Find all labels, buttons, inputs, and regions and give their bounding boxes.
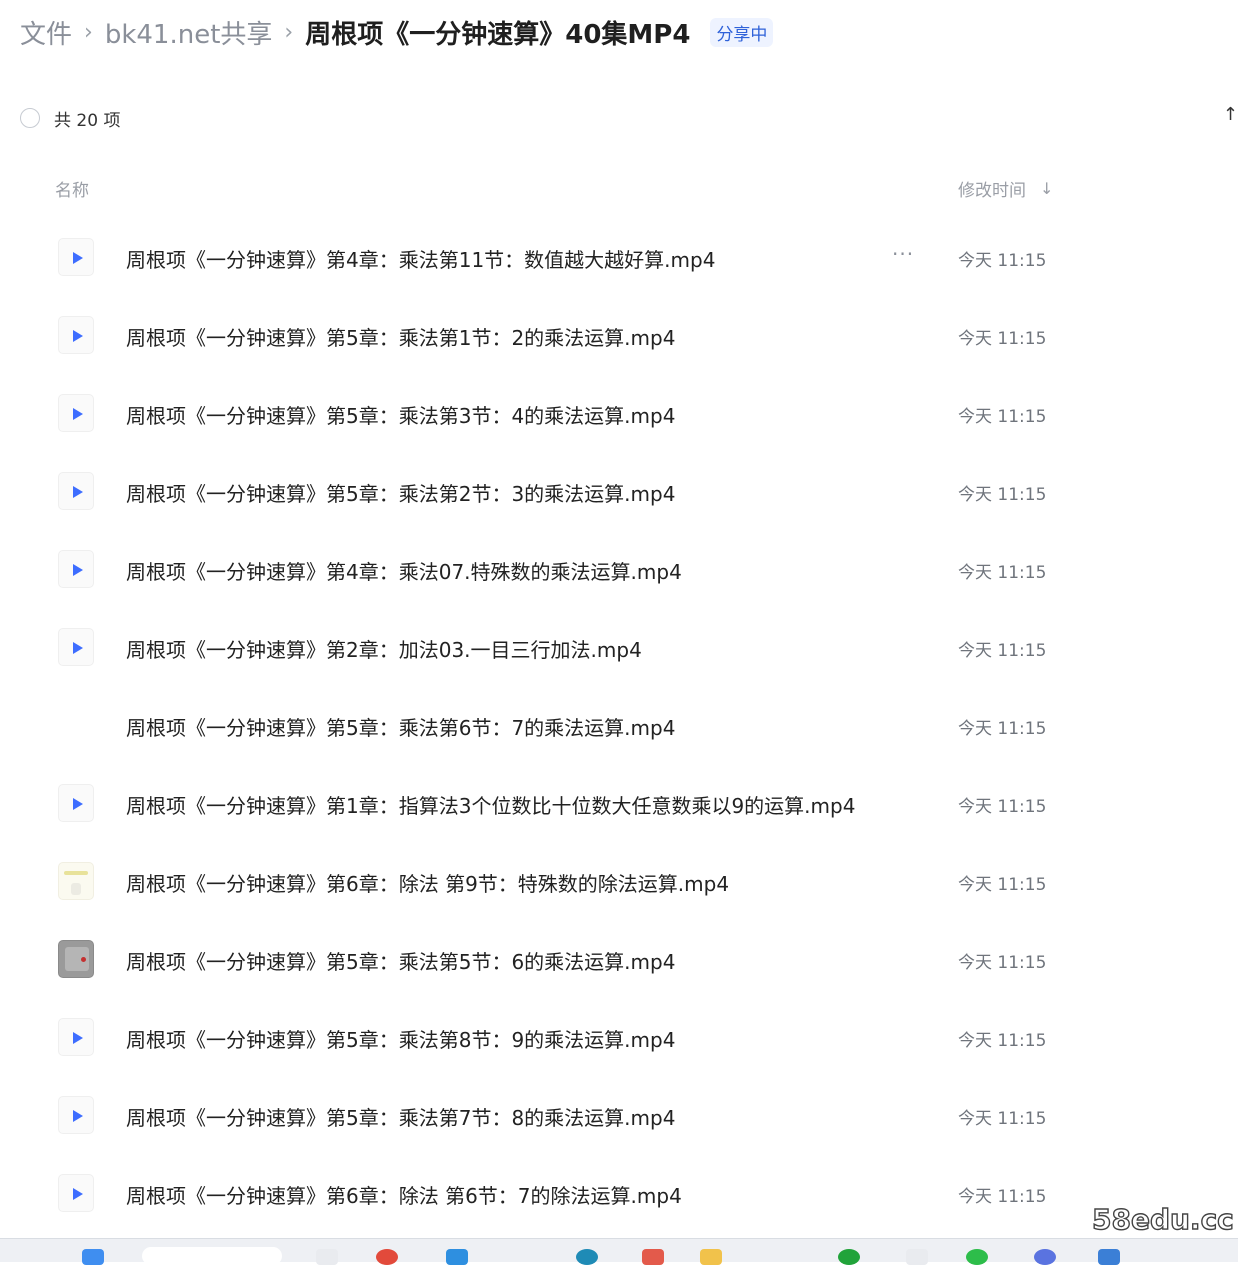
file-modified-time: 今天 11:15 [958, 953, 1047, 973]
file-name[interactable]: 周根项《一分钟速算》第5章：乘法第8节：9的乘法运算.mp4 [126, 1024, 675, 1053]
file-name[interactable]: 周根项《一分钟速算》第5章：乘法第2节：3的乘法运算.mp4 [126, 478, 675, 507]
file-row[interactable]: 周根项《一分钟速算》第5章：乘法第2节：3的乘法运算.mp4 今天 11:15 [0, 452, 1238, 530]
app-icon[interactable] [446, 1249, 468, 1265]
file-modified-time: 今天 11:15 [958, 641, 1047, 661]
page-title: 周根项《一分钟速算》40集MP4 [305, 19, 691, 50]
video-file-icon [58, 550, 94, 588]
file-row[interactable]: 周根项《一分钟速算》第4章：乘法07.特殊数的乘法运算.mp4 今天 11:15 [0, 530, 1238, 608]
file-modified-time: 今天 11:15 [958, 407, 1047, 427]
file-row[interactable]: 周根项《一分钟速算》第5章：乘法第1节：2的乘法运算.mp4 今天 11:15 [0, 296, 1238, 374]
sort-arrow-down-icon: ↓ [1040, 179, 1054, 198]
file-row[interactable]: 周根项《一分钟速算》第5章：乘法第8节：9的乘法运算.mp4 今天 11:15 [0, 998, 1238, 1076]
sort-arrow-up-icon[interactable]: ↑ [1223, 104, 1238, 125]
video-thumbnail-icon [58, 940, 94, 978]
video-file-icon [58, 1174, 94, 1212]
share-status-badge[interactable]: 分享中 [710, 17, 774, 47]
column-header-time-label: 修改时间 [958, 181, 1026, 201]
app-icon[interactable] [642, 1249, 664, 1265]
app-icon[interactable] [838, 1249, 860, 1265]
folder-icon[interactable] [700, 1249, 722, 1265]
edge-icon[interactable] [576, 1249, 598, 1265]
list-toolbar: 共 20 项 ↑ [20, 104, 1238, 132]
video-file-icon [58, 316, 94, 354]
chevron-right-icon: › [84, 19, 93, 45]
column-header-name[interactable]: 名称 [55, 176, 89, 201]
taskbar-search[interactable] [142, 1247, 282, 1265]
file-name[interactable]: 周根项《一分钟速算》第1章：指算法3个位数比十位数大任意数乘以9的运算.mp4 [126, 790, 855, 819]
video-file-icon [58, 394, 94, 432]
file-icon[interactable] [316, 1249, 338, 1265]
app-icon[interactable] [1034, 1249, 1056, 1265]
file-modified-time: 今天 11:15 [958, 1187, 1047, 1207]
file-row[interactable]: 周根项《一分钟速算》第2章：加法03.一目三行加法.mp4 今天 11:15 [0, 608, 1238, 686]
select-all-checkbox[interactable] [20, 108, 40, 128]
app-icon[interactable] [1098, 1249, 1120, 1265]
file-name[interactable]: 周根项《一分钟速算》第6章：除法 第6节：7的除法运算.mp4 [126, 1180, 682, 1209]
video-file-icon [58, 628, 94, 666]
file-row[interactable]: 周根项《一分钟速算》第1章：指算法3个位数比十位数大任意数乘以9的运算.mp4 今… [0, 764, 1238, 842]
file-modified-time: 今天 11:15 [958, 1031, 1047, 1051]
breadcrumb-folder[interactable]: bk41.net共享 [105, 14, 273, 51]
file-name[interactable]: 周根项《一分钟速算》第5章：乘法第3节：4的乘法运算.mp4 [126, 400, 675, 429]
file-row[interactable]: 周根项《一分钟速算》第5章：乘法第3节：4的乘法运算.mp4 今天 11:15 [0, 374, 1238, 452]
file-row[interactable]: 周根项《一分钟速算》第6章：除法 第6节：7的除法运算.mp4 今天 11:15 [0, 1154, 1238, 1232]
watermark: 58edu.cc [1091, 1202, 1234, 1236]
item-count: 共 20 项 [54, 110, 121, 131]
video-file-icon [58, 1096, 94, 1134]
file-name[interactable]: 周根项《一分钟速算》第6章：除法 第9节：特殊数的除法运算.mp4 [126, 868, 729, 897]
app-icon[interactable] [966, 1249, 988, 1265]
file-icon [58, 706, 94, 744]
video-file-icon [58, 1018, 94, 1056]
video-file-icon [58, 472, 94, 510]
file-modified-time: 今天 11:15 [958, 719, 1047, 739]
windows-start-icon[interactable] [82, 1249, 104, 1265]
file-row[interactable]: 周根项《一分钟速算》第4章：乘法第11节：数值越大越好算.mp4 ··· 今天 11… [0, 218, 1238, 296]
file-modified-time: 今天 11:15 [958, 1109, 1047, 1129]
taskbar [0, 1238, 1238, 1265]
file-name[interactable]: 周根项《一分钟速算》第4章：乘法07.特殊数的乘法运算.mp4 [126, 556, 682, 585]
file-row[interactable]: 周根项《一分钟速算》第5章：乘法第7节：8的乘法运算.mp4 今天 11:15 [0, 1076, 1238, 1154]
file-modified-time: 今天 11:15 [958, 251, 1047, 271]
chrome-icon[interactable] [376, 1249, 398, 1265]
file-row[interactable]: 周根项《一分钟速算》第5章：乘法第5节：6的乘法运算.mp4 今天 11:15 [0, 920, 1238, 998]
file-row[interactable]: 周根项《一分钟速算》第5章：乘法第6节：7的乘法运算.mp4 今天 11:15 [0, 686, 1238, 764]
breadcrumb: 文件 › bk41.net共享 › 周根项《一分钟速算》40集MP4 分享中 [20, 12, 774, 52]
file-modified-time: 今天 11:15 [958, 875, 1047, 895]
file-modified-time: 今天 11:15 [958, 485, 1047, 505]
video-file-icon [58, 238, 94, 276]
file-modified-time: 今天 11:15 [958, 329, 1047, 349]
file-name[interactable]: 周根项《一分钟速算》第5章：乘法第7节：8的乘法运算.mp4 [126, 1102, 675, 1131]
column-header-time[interactable]: 修改时间 ↓ [958, 176, 1053, 201]
video-file-icon [58, 784, 94, 822]
file-name[interactable]: 周根项《一分钟速算》第2章：加法03.一目三行加法.mp4 [126, 634, 642, 663]
file-name[interactable]: 周根项《一分钟速算》第5章：乘法第5节：6的乘法运算.mp4 [126, 946, 675, 975]
more-options-icon[interactable]: ··· [892, 242, 914, 266]
file-list: 周根项《一分钟速算》第4章：乘法第11节：数值越大越好算.mp4 ··· 今天 11… [0, 218, 1238, 1232]
breadcrumb-root[interactable]: 文件 [20, 14, 72, 51]
file-modified-time: 今天 11:15 [958, 797, 1047, 817]
file-name[interactable]: 周根项《一分钟速算》第5章：乘法第1节：2的乘法运算.mp4 [126, 322, 675, 351]
file-row[interactable]: 周根项《一分钟速算》第6章：除法 第9节：特殊数的除法运算.mp4 今天 11:1… [0, 842, 1238, 920]
app-icon[interactable] [906, 1249, 928, 1265]
file-name[interactable]: 周根项《一分钟速算》第4章：乘法第11节：数值越大越好算.mp4 [126, 244, 715, 273]
video-thumbnail-icon [58, 862, 94, 900]
file-modified-time: 今天 11:15 [958, 563, 1047, 583]
file-name[interactable]: 周根项《一分钟速算》第5章：乘法第6节：7的乘法运算.mp4 [126, 712, 675, 741]
chevron-right-icon: › [284, 19, 294, 45]
